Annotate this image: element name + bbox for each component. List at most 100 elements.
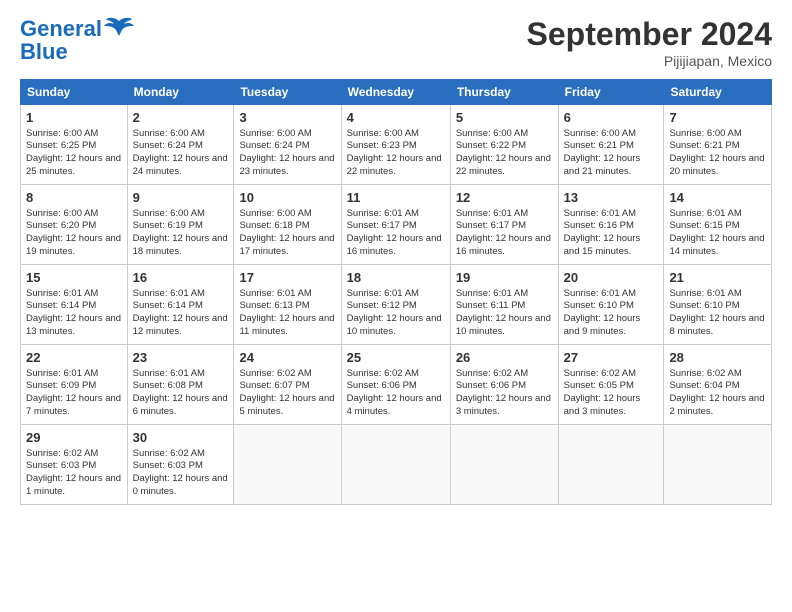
day-number: 5 xyxy=(456,109,553,127)
location: Pijijiapan, Mexico xyxy=(527,53,772,69)
day-info: Sunrise: 6:01 AMSunset: 6:16 PMDaylight:… xyxy=(564,208,659,259)
calendar-day-cell: 8Sunrise: 6:00 AMSunset: 6:20 PMDaylight… xyxy=(21,185,128,265)
calendar-day-cell: 30Sunrise: 6:02 AMSunset: 6:03 PMDayligh… xyxy=(127,425,234,505)
day-info: Sunrise: 6:01 AMSunset: 6:13 PMDaylight:… xyxy=(239,288,335,339)
calendar-week-row: 22Sunrise: 6:01 AMSunset: 6:09 PMDayligh… xyxy=(21,345,772,425)
calendar-day-cell xyxy=(450,425,558,505)
day-info: Sunrise: 6:02 AMSunset: 6:06 PMDaylight:… xyxy=(347,368,445,419)
calendar-table: SundayMondayTuesdayWednesdayThursdayFrid… xyxy=(20,79,772,505)
day-info: Sunrise: 6:02 AMSunset: 6:06 PMDaylight:… xyxy=(456,368,553,419)
day-number: 21 xyxy=(669,269,766,287)
day-info: Sunrise: 6:01 AMSunset: 6:10 PMDaylight:… xyxy=(669,288,766,339)
day-info: Sunrise: 6:00 AMSunset: 6:21 PMDaylight:… xyxy=(564,128,659,179)
calendar-day-cell: 10Sunrise: 6:00 AMSunset: 6:18 PMDayligh… xyxy=(234,185,341,265)
day-number: 11 xyxy=(347,189,445,207)
day-info: Sunrise: 6:00 AMSunset: 6:21 PMDaylight:… xyxy=(669,128,766,179)
day-info: Sunrise: 6:02 AMSunset: 6:03 PMDaylight:… xyxy=(26,448,122,499)
calendar-week-row: 15Sunrise: 6:01 AMSunset: 6:14 PMDayligh… xyxy=(21,265,772,345)
calendar-day-cell: 22Sunrise: 6:01 AMSunset: 6:09 PMDayligh… xyxy=(21,345,128,425)
calendar-day-cell xyxy=(341,425,450,505)
day-header-thursday: Thursday xyxy=(450,80,558,105)
day-header-sunday: Sunday xyxy=(21,80,128,105)
calendar-day-cell: 7Sunrise: 6:00 AMSunset: 6:21 PMDaylight… xyxy=(664,105,772,185)
day-header-wednesday: Wednesday xyxy=(341,80,450,105)
day-number: 17 xyxy=(239,269,335,287)
day-info: Sunrise: 6:01 AMSunset: 6:15 PMDaylight:… xyxy=(669,208,766,259)
day-info: Sunrise: 6:00 AMSunset: 6:25 PMDaylight:… xyxy=(26,128,122,179)
calendar-day-cell: 24Sunrise: 6:02 AMSunset: 6:07 PMDayligh… xyxy=(234,345,341,425)
logo-blue-text: Blue xyxy=(20,40,134,64)
day-number: 12 xyxy=(456,189,553,207)
day-number: 23 xyxy=(133,349,229,367)
calendar-day-cell: 26Sunrise: 6:02 AMSunset: 6:06 PMDayligh… xyxy=(450,345,558,425)
calendar-day-cell: 2Sunrise: 6:00 AMSunset: 6:24 PMDaylight… xyxy=(127,105,234,185)
day-number: 10 xyxy=(239,189,335,207)
page-header: General Blue September 2024 Pijijiapan, … xyxy=(20,16,772,69)
calendar-day-cell: 14Sunrise: 6:01 AMSunset: 6:15 PMDayligh… xyxy=(664,185,772,265)
day-info: Sunrise: 6:00 AMSunset: 6:18 PMDaylight:… xyxy=(239,208,335,259)
month-title: September 2024 xyxy=(527,16,772,53)
calendar-day-cell xyxy=(234,425,341,505)
day-number: 18 xyxy=(347,269,445,287)
day-header-friday: Friday xyxy=(558,80,664,105)
calendar-day-cell: 25Sunrise: 6:02 AMSunset: 6:06 PMDayligh… xyxy=(341,345,450,425)
day-info: Sunrise: 6:00 AMSunset: 6:24 PMDaylight:… xyxy=(239,128,335,179)
calendar-day-cell: 12Sunrise: 6:01 AMSunset: 6:17 PMDayligh… xyxy=(450,185,558,265)
calendar-day-cell: 23Sunrise: 6:01 AMSunset: 6:08 PMDayligh… xyxy=(127,345,234,425)
day-number: 15 xyxy=(26,269,122,287)
day-header-tuesday: Tuesday xyxy=(234,80,341,105)
day-number: 29 xyxy=(26,429,122,447)
logo-text: General xyxy=(20,17,102,41)
day-header-monday: Monday xyxy=(127,80,234,105)
day-info: Sunrise: 6:00 AMSunset: 6:20 PMDaylight:… xyxy=(26,208,122,259)
day-number: 28 xyxy=(669,349,766,367)
day-info: Sunrise: 6:01 AMSunset: 6:08 PMDaylight:… xyxy=(133,368,229,419)
calendar-week-row: 8Sunrise: 6:00 AMSunset: 6:20 PMDaylight… xyxy=(21,185,772,265)
day-info: Sunrise: 6:02 AMSunset: 6:07 PMDaylight:… xyxy=(239,368,335,419)
day-info: Sunrise: 6:01 AMSunset: 6:12 PMDaylight:… xyxy=(347,288,445,339)
calendar-week-row: 29Sunrise: 6:02 AMSunset: 6:03 PMDayligh… xyxy=(21,425,772,505)
day-number: 27 xyxy=(564,349,659,367)
day-info: Sunrise: 6:02 AMSunset: 6:03 PMDaylight:… xyxy=(133,448,229,499)
day-number: 14 xyxy=(669,189,766,207)
calendar-day-cell: 18Sunrise: 6:01 AMSunset: 6:12 PMDayligh… xyxy=(341,265,450,345)
calendar-day-cell xyxy=(664,425,772,505)
day-info: Sunrise: 6:00 AMSunset: 6:24 PMDaylight:… xyxy=(133,128,229,179)
calendar-day-cell: 1Sunrise: 6:00 AMSunset: 6:25 PMDaylight… xyxy=(21,105,128,185)
calendar-day-cell: 9Sunrise: 6:00 AMSunset: 6:19 PMDaylight… xyxy=(127,185,234,265)
calendar-day-cell: 4Sunrise: 6:00 AMSunset: 6:23 PMDaylight… xyxy=(341,105,450,185)
day-info: Sunrise: 6:02 AMSunset: 6:05 PMDaylight:… xyxy=(564,368,659,419)
logo-bird-icon xyxy=(104,16,134,42)
day-info: Sunrise: 6:01 AMSunset: 6:14 PMDaylight:… xyxy=(26,288,122,339)
day-number: 20 xyxy=(564,269,659,287)
title-section: September 2024 Pijijiapan, Mexico xyxy=(527,16,772,69)
day-number: 30 xyxy=(133,429,229,447)
calendar-day-cell: 27Sunrise: 6:02 AMSunset: 6:05 PMDayligh… xyxy=(558,345,664,425)
day-number: 24 xyxy=(239,349,335,367)
day-number: 6 xyxy=(564,109,659,127)
day-number: 3 xyxy=(239,109,335,127)
day-number: 16 xyxy=(133,269,229,287)
days-header-row: SundayMondayTuesdayWednesdayThursdayFrid… xyxy=(21,80,772,105)
calendar-day-cell: 6Sunrise: 6:00 AMSunset: 6:21 PMDaylight… xyxy=(558,105,664,185)
day-number: 13 xyxy=(564,189,659,207)
day-number: 9 xyxy=(133,189,229,207)
day-info: Sunrise: 6:02 AMSunset: 6:04 PMDaylight:… xyxy=(669,368,766,419)
calendar-day-cell: 3Sunrise: 6:00 AMSunset: 6:24 PMDaylight… xyxy=(234,105,341,185)
day-number: 4 xyxy=(347,109,445,127)
day-number: 7 xyxy=(669,109,766,127)
day-info: Sunrise: 6:00 AMSunset: 6:22 PMDaylight:… xyxy=(456,128,553,179)
calendar-day-cell: 29Sunrise: 6:02 AMSunset: 6:03 PMDayligh… xyxy=(21,425,128,505)
calendar-day-cell: 19Sunrise: 6:01 AMSunset: 6:11 PMDayligh… xyxy=(450,265,558,345)
day-info: Sunrise: 6:01 AMSunset: 6:10 PMDaylight:… xyxy=(564,288,659,339)
logo: General Blue xyxy=(20,16,134,64)
day-info: Sunrise: 6:01 AMSunset: 6:17 PMDaylight:… xyxy=(347,208,445,259)
day-info: Sunrise: 6:01 AMSunset: 6:17 PMDaylight:… xyxy=(456,208,553,259)
day-number: 22 xyxy=(26,349,122,367)
day-info: Sunrise: 6:01 AMSunset: 6:09 PMDaylight:… xyxy=(26,368,122,419)
calendar-day-cell: 15Sunrise: 6:01 AMSunset: 6:14 PMDayligh… xyxy=(21,265,128,345)
calendar-day-cell xyxy=(558,425,664,505)
day-number: 2 xyxy=(133,109,229,127)
day-info: Sunrise: 6:00 AMSunset: 6:19 PMDaylight:… xyxy=(133,208,229,259)
calendar-day-cell: 5Sunrise: 6:00 AMSunset: 6:22 PMDaylight… xyxy=(450,105,558,185)
